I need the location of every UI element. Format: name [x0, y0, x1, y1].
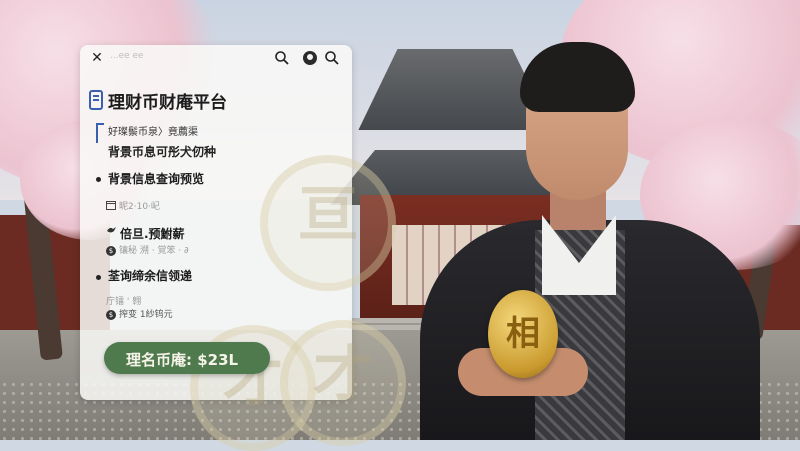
price-button[interactable]: 理名币庵: $23L	[104, 342, 270, 374]
subheading: 背景币息可彤犬仞种	[108, 145, 217, 159]
bullet	[96, 177, 101, 182]
search-icon[interactable]	[324, 50, 340, 66]
ghost-coin: 亘	[260, 155, 396, 291]
logo-icon	[88, 89, 106, 111]
section-meta: $ 镶秘 溯 · 覚笨 · ∂	[106, 243, 189, 256]
gold-coin: 相	[488, 290, 558, 378]
section-meta: $ 搾变 1紗钨元	[106, 307, 173, 320]
section-title[interactable]: 荃询缔余信领递	[108, 267, 192, 284]
section-meta-text: 搾变 1紗钨元	[119, 310, 173, 320]
bird-icon	[106, 225, 117, 238]
panel-toolbar: ✕ ...ee ee	[80, 45, 352, 71]
search-icon[interactable]	[274, 50, 290, 66]
gold-coin-glyph: 相	[506, 314, 540, 354]
price-button-label: 理名币庵: $23L	[126, 351, 239, 369]
hair	[520, 42, 635, 112]
subheading-accent	[96, 123, 104, 143]
close-icon[interactable]: ✕	[88, 49, 106, 67]
calendar-icon	[106, 200, 116, 210]
ghost-coin-glyph: 亘	[298, 180, 358, 250]
dollar-icon: $	[106, 246, 116, 256]
dollar-icon: $	[106, 310, 116, 320]
section-meta-line: 庁镭 ' 翱	[106, 294, 141, 307]
bullet	[96, 275, 101, 280]
ghost-coin: 才	[280, 320, 406, 446]
section-title[interactable]: 倍旦.预鮒薪	[120, 225, 185, 242]
section-meta-text: 昵2·10·屺	[119, 202, 160, 212]
section-meta-text: 庁镭 ' 翱	[106, 297, 142, 307]
page-title: 理财币财庵平台	[108, 93, 227, 113]
avatar-icon[interactable]	[302, 50, 318, 66]
subheading-small: 好璨鬃币泉〉竟薦渠	[108, 127, 198, 138]
section-title[interactable]: 背景信息查询预览	[108, 170, 204, 187]
faded-address: ...ee ee	[110, 51, 144, 61]
info-panel: 亘 才 才 ✕ ...ee ee 理财币财庵平台 好璨鬃币泉〉竟薦渠 背景币息可…	[80, 45, 406, 451]
section-meta-text: 镶秘 溯 · 覚笨 · ∂	[119, 246, 189, 256]
section-meta: 昵2·10·屺	[106, 199, 160, 212]
ghost-coin-glyph: 才	[313, 340, 373, 410]
